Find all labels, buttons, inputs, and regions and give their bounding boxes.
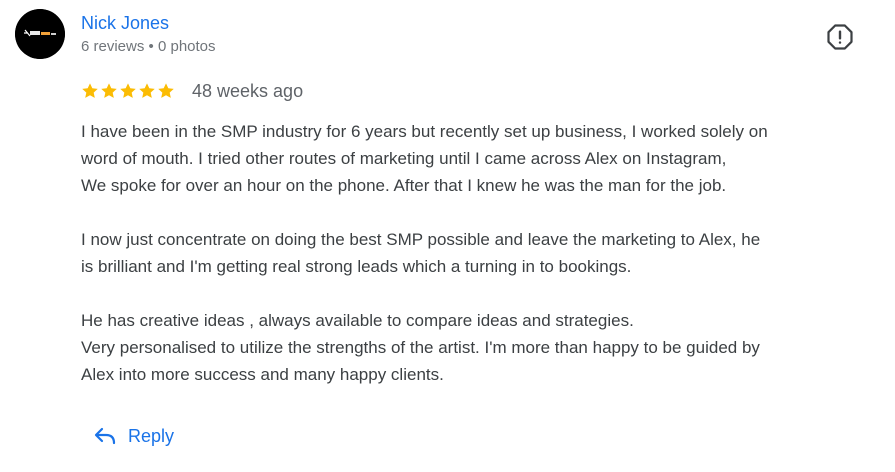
report-button[interactable] bbox=[823, 20, 857, 54]
review-paragraph: I now just concentrate on doing the best… bbox=[81, 226, 881, 280]
star-icon bbox=[139, 83, 155, 98]
rating-row: 48 weeks ago bbox=[81, 78, 303, 104]
review-line: Alex into more success and many happy cl… bbox=[81, 365, 444, 384]
star-icon bbox=[120, 83, 136, 98]
review-line: word of mouth. I tried other routes of m… bbox=[81, 149, 727, 168]
review-line: We spoke for over an hour on the phone. … bbox=[81, 176, 727, 195]
review-text: I have been in the SMP industry for 6 ye… bbox=[81, 118, 881, 388]
review-line: Very personalised to utilize the strengt… bbox=[81, 338, 760, 357]
brand-logo-icon bbox=[15, 9, 65, 59]
review-line: is brilliant and I'm getting real strong… bbox=[81, 257, 632, 276]
review-line: I now just concentrate on doing the best… bbox=[81, 230, 761, 249]
reply-button[interactable]: Reply bbox=[90, 420, 178, 452]
review-time: 48 weeks ago bbox=[192, 81, 304, 101]
star-rating bbox=[81, 82, 175, 100]
reviewer-name[interactable]: Nick Jones bbox=[81, 11, 169, 35]
review-line: I have been in the SMP industry for 6 ye… bbox=[81, 122, 768, 141]
reviews-count: 6 reviews bbox=[81, 38, 145, 55]
reply-label: Reply bbox=[128, 425, 175, 446]
star-icon bbox=[101, 83, 117, 98]
star-icon bbox=[82, 83, 98, 98]
review-paragraph: I have been in the SMP industry for 6 ye… bbox=[81, 118, 881, 199]
review-paragraph: He has creative ideas , always available… bbox=[81, 307, 881, 388]
review-line: He has creative ideas , always available… bbox=[81, 311, 634, 330]
avatar[interactable] bbox=[15, 9, 65, 59]
meta-separator: • bbox=[148, 38, 154, 55]
reply-arrow-icon bbox=[94, 427, 116, 445]
star-icon bbox=[158, 83, 174, 98]
reviewer-meta: 6 reviews • 0 photos bbox=[81, 37, 216, 57]
photos-count: 0 photos bbox=[157, 38, 216, 55]
report-icon bbox=[827, 24, 853, 50]
